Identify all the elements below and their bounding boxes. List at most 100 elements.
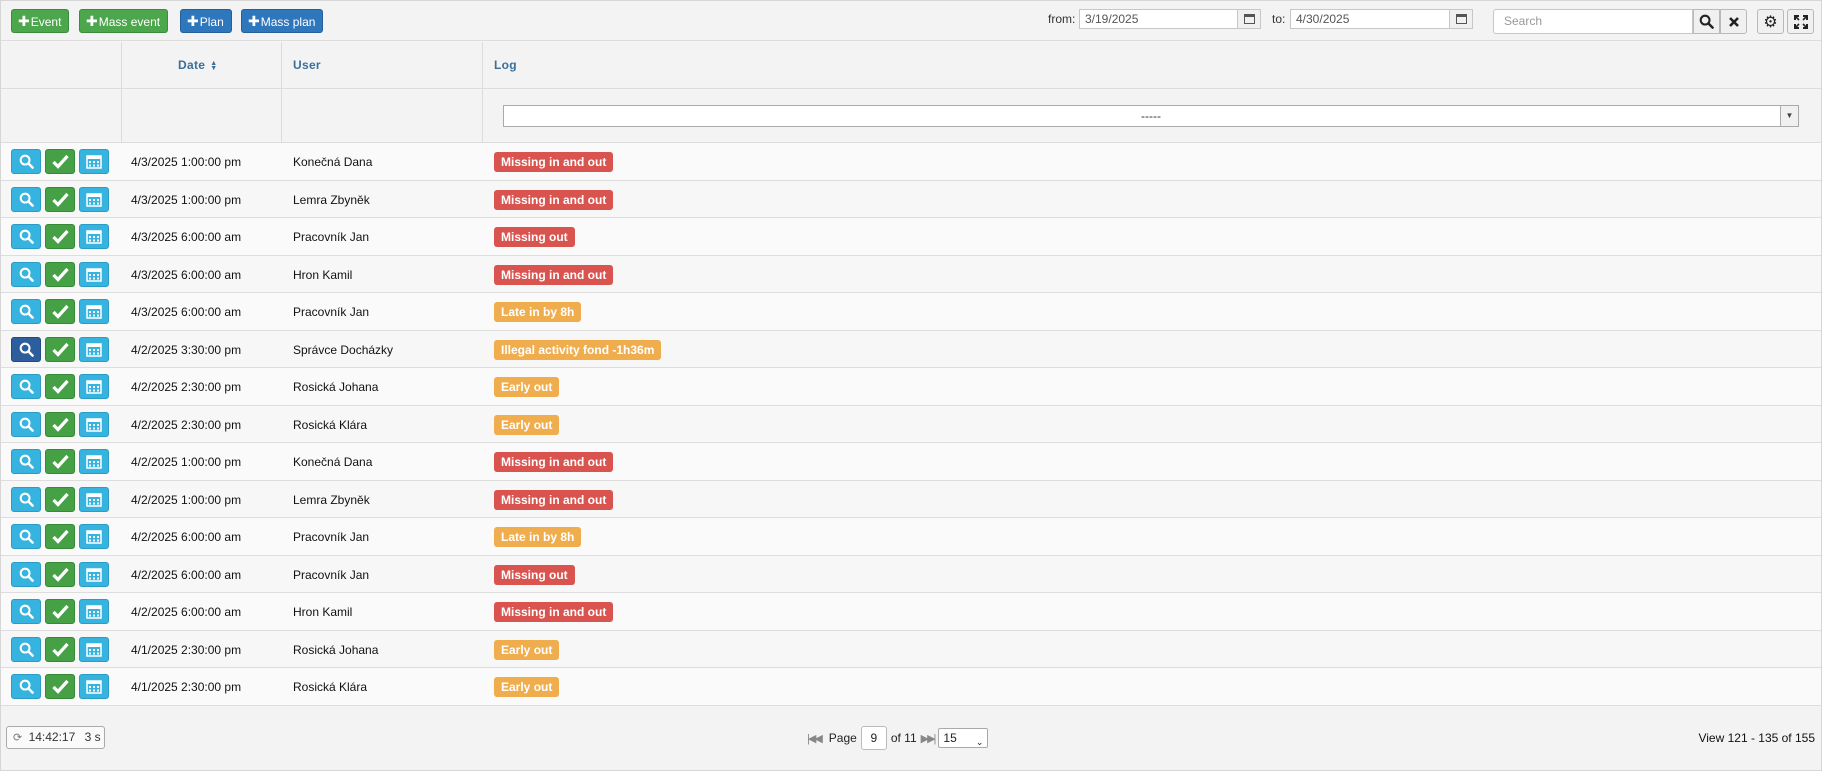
row-date: 4/3/2025 6:00:00 am (131, 267, 242, 282)
row-user: Správce Docházky (293, 342, 394, 357)
date-column-header[interactable]: Date ▲ ▼ (178, 58, 217, 72)
view-detail-button[interactable] (11, 561, 41, 587)
table-row[interactable]: 4/2/2025 2:30:00 pm Rosická Klára Early ou… (1, 405, 1821, 443)
table-row[interactable]: 4/1/2025 2:30:00 pm Rosická Klára Early ou… (1, 668, 1821, 706)
table-row[interactable]: 4/2/2025 1:00:00 pm Lemra Zbyněk Missing i… (1, 480, 1821, 518)
plan-button[interactable] (79, 449, 109, 474)
plan-button[interactable] (79, 149, 109, 174)
plan-button[interactable] (79, 636, 109, 662)
from-calendar-button[interactable] (1238, 9, 1261, 29)
search-input[interactable]: Search (1493, 9, 1693, 34)
table-row[interactable]: 4/2/2025 3:30:00 pm Správce Docházky Illeg… (1, 330, 1821, 368)
view-detail-button[interactable] (11, 336, 41, 362)
calendar-icon (86, 192, 102, 207)
log-filter-select[interactable]: ----- ▼ (503, 105, 1799, 127)
approve-button[interactable] (45, 299, 75, 324)
settings-button[interactable]: ⚙ (1757, 9, 1784, 34)
view-detail-button[interactable] (11, 299, 41, 324)
approve-button[interactable] (45, 374, 75, 399)
search-icon (19, 267, 34, 282)
to-date-input[interactable]: 4/30/2025 (1290, 9, 1450, 29)
search-icon (1699, 14, 1714, 29)
plan-button[interactable] (79, 299, 109, 324)
plan-button[interactable] (79, 374, 109, 399)
table-row[interactable]: 4/2/2025 6:00:00 am Pracovník Jan Late in … (1, 518, 1821, 556)
view-detail-button[interactable] (11, 149, 41, 174)
first-page-icon[interactable]: |◀◀ (807, 732, 823, 745)
table-row[interactable]: 4/3/2025 6:00:00 am Hron Kamil Missing in … (1, 255, 1821, 293)
status-badge: Missing in and out (494, 264, 614, 285)
plan-button[interactable] (79, 486, 109, 512)
clear-search-button[interactable] (1720, 9, 1747, 34)
approve-button[interactable] (45, 636, 75, 662)
plan-button[interactable] (79, 561, 109, 587)
plan-button[interactable] (79, 674, 109, 699)
check-icon (51, 679, 69, 694)
user-column-header[interactable]: User (293, 58, 321, 72)
plan-button[interactable] (79, 336, 109, 362)
search-button[interactable] (1693, 9, 1720, 34)
approve-button[interactable] (45, 486, 75, 512)
approve-button[interactable] (45, 261, 75, 287)
approve-button[interactable] (45, 149, 75, 174)
view-detail-button[interactable] (11, 486, 41, 512)
view-detail-button[interactable] (11, 374, 41, 399)
view-detail-button[interactable] (11, 636, 41, 662)
approve-button[interactable] (45, 411, 75, 437)
to-calendar-button[interactable] (1450, 9, 1473, 29)
view-detail-button[interactable] (11, 186, 41, 212)
fullscreen-button[interactable] (1787, 9, 1814, 34)
view-detail-button[interactable] (11, 411, 41, 437)
row-user: Rosická Johana (293, 380, 379, 394)
table-row[interactable]: 4/2/2025 1:00:00 pm Konečná Dana Missing i… (1, 443, 1821, 481)
approve-button[interactable] (45, 561, 75, 587)
add-event-button[interactable]: ✚Event (11, 9, 70, 33)
page-number-input[interactable]: 9 (860, 726, 887, 750)
row-date: 4/2/2025 1:00:00 pm (131, 492, 242, 507)
records-info: View 121 - 135 of 155 (1698, 731, 1815, 745)
table-row[interactable]: 4/3/2025 1:00:00 pm Konečná Dana Missing i… (1, 143, 1821, 181)
row-date: 4/3/2025 1:00:00 pm (131, 192, 242, 207)
refresh-timer[interactable]: ⟳ 14:42:17 3 s (6, 726, 105, 749)
view-detail-button[interactable] (11, 224, 41, 249)
approve-button[interactable] (45, 336, 75, 362)
view-detail-button[interactable] (11, 524, 41, 549)
add-plan-button[interactable]: ✚Plan (180, 9, 232, 33)
calendar-icon (86, 529, 102, 544)
log-column-header[interactable]: Log (494, 58, 517, 72)
approve-button[interactable] (45, 524, 75, 549)
approve-button[interactable] (45, 449, 75, 474)
from-date-input[interactable]: 3/19/2025 (1079, 9, 1238, 29)
table-row[interactable]: 4/3/2025 1:00:00 pm Lemra Zbyněk Missing i… (1, 180, 1821, 218)
table-row[interactable]: 4/2/2025 2:30:00 pm Rosická Johana Early o… (1, 368, 1821, 406)
add-mass-plan-button[interactable]: ✚Mass plan (241, 9, 324, 33)
last-page-icon[interactable]: ▶▶| (921, 732, 937, 745)
add-mass-event-button[interactable]: ✚Mass event (79, 9, 169, 33)
approve-button[interactable] (45, 186, 75, 212)
table-row[interactable]: 4/3/2025 6:00:00 am Pracovník Jan Missing … (1, 218, 1821, 256)
view-detail-button[interactable] (11, 599, 41, 624)
calendar-icon (86, 229, 102, 244)
plan-button[interactable] (79, 186, 109, 212)
view-detail-button[interactable] (11, 449, 41, 474)
plan-button[interactable] (79, 524, 109, 549)
check-icon (51, 229, 69, 244)
page-size-select[interactable]: 15 ⌄ (938, 728, 989, 748)
approve-button[interactable] (45, 599, 75, 624)
search-icon (19, 417, 34, 432)
view-detail-button[interactable] (11, 674, 41, 699)
plan-button[interactable] (79, 599, 109, 624)
plan-button[interactable] (79, 411, 109, 437)
table-row[interactable]: 4/2/2025 6:00:00 am Hron Kamil Missing in … (1, 593, 1821, 631)
plan-button[interactable] (79, 224, 109, 249)
sort-icon: ▲ ▼ (210, 59, 218, 72)
table-row[interactable]: 4/3/2025 6:00:00 am Pracovník Jan Late in … (1, 293, 1821, 331)
approve-button[interactable] (45, 674, 75, 699)
row-date: 4/2/2025 1:00:00 pm (131, 455, 242, 469)
table-row[interactable]: 4/1/2025 2:30:00 pm Rosická Johana Early o… (1, 630, 1821, 668)
view-detail-button[interactable] (11, 261, 41, 287)
table-row[interactable]: 4/2/2025 6:00:00 am Pracovník Jan Missing … (1, 555, 1821, 593)
check-icon (51, 567, 69, 582)
approve-button[interactable] (45, 224, 75, 249)
plan-button[interactable] (79, 261, 109, 287)
